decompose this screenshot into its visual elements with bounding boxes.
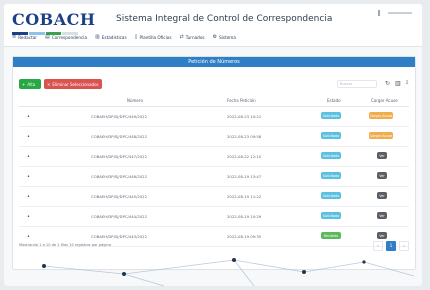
app-window: COBACH Sistema Integral de Control de Co…: [4, 4, 422, 286]
background-network-graphic: [42, 258, 415, 286]
